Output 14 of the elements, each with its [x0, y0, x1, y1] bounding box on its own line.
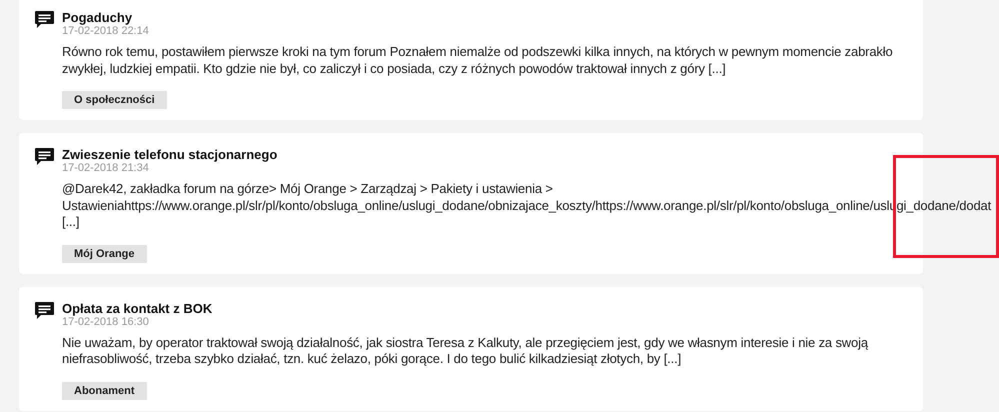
category-tag[interactable]: Mój Orange [62, 244, 147, 262]
post-date: 17-02-2018 22:14 [62, 25, 149, 37]
post-excerpt: Równo rok temu, postawiłem pierwsze kroki na tym forum Poznałem niemalże od podszewki kilka innych, na których w pewnym momencie zabrakło zwykłej, ludzkiej empatii. Kto gdzie nie był, co zaliczył i co posiada, czy z różnych powodów traktował innych z góry [...] [62, 44, 893, 77]
post-title[interactable]: Pogaduchy [62, 10, 132, 25]
chat-icon [35, 148, 54, 166]
post-title[interactable]: Zwieszenie telefonu stacjonarnego [62, 147, 278, 162]
post-date: 17-02-2018 21:34 [62, 162, 149, 174]
category-tag[interactable]: Abonament [62, 382, 146, 400]
category-tag[interactable]: O społeczności [62, 91, 167, 109]
post-excerpt: Nie uważam, by operator traktował swoją działalność, jak siostra Teresa z Kalkuty, ale przegięciem jest, gdy we własnym interesie i nie za swoją niefrasobliwość, trzeba szybko działać, tzn. kuć żelazo, póki gorące. I do tego bulić kilkadziesiąt złotych, by [...] [62, 334, 868, 368]
post-date: 17-02-2018 16:30 [62, 316, 149, 328]
chat-icon [35, 302, 54, 320]
post-title[interactable]: Opłata za kontakt z BOK [62, 300, 212, 316]
chat-icon [35, 11, 54, 29]
